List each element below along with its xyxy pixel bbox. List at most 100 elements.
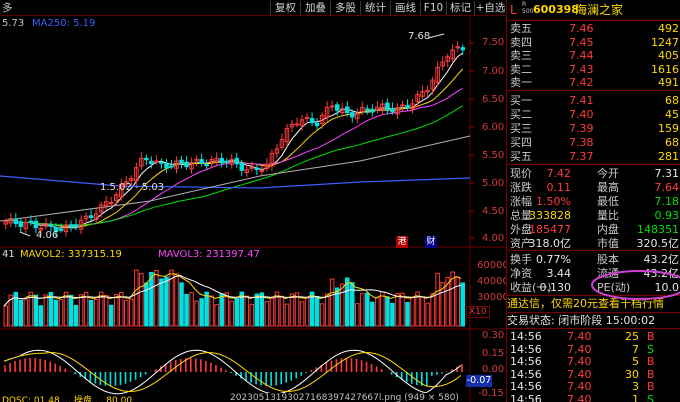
bid-price: 7.37 [569,150,594,163]
ask-volume: 1616 [651,62,679,76]
tick-price: 7.40 [567,367,592,381]
macd-tick: 0.15 [482,348,505,359]
tick-row: 14:56 7.40 25 B [507,331,680,343]
stat-label: 换手 [510,253,532,266]
tick-time: 14:56 [510,330,542,343]
stat-label: 现价 [510,167,532,180]
bid-price: 7.39 [569,122,594,135]
candle-body [13,218,19,225]
volume-bar [319,303,325,327]
ask-volume: 492 [658,22,679,35]
add-favorite-button[interactable]: +自选 [474,1,506,15]
volume-bar [299,301,305,327]
bid-row[interactable]: 买二 7.40 45 [507,108,680,121]
volume-bar [385,296,390,327]
bid-row[interactable]: 买五 7.37 281 [507,150,680,163]
candle-body [309,118,315,124]
ask-price: 7.43 [569,62,594,76]
multi-stock-button[interactable]: 多股 [330,1,360,15]
quote-stat-row: 涨跌 0.11 最高 7.64 [507,181,680,194]
volume-bar [88,299,94,327]
macd-tick: 0.30 [482,330,505,341]
ask-row[interactable]: 卖二 7.43 1616 [507,63,680,76]
f10-button[interactable]: F10 [420,1,446,15]
volume-bar [58,299,64,327]
ask-volume: 491 [658,76,679,89]
stat-label: 内盘 [597,223,619,236]
ask-price: 7.42 [569,76,594,89]
candle-body [159,161,164,164]
candle-body [350,112,355,118]
volume-bar [78,294,84,327]
stat-value: 7.18 [654,195,680,208]
kline-chart[interactable] [0,16,506,402]
overlay-button[interactable]: 加叠 [300,1,330,15]
bid-volume: 68 [665,94,679,107]
volume-bar [365,292,370,327]
volume-bar [249,303,255,327]
image-filename: 20230513193027168397427667l.png (949 × 5… [230,393,459,402]
bid-label: 买五 [510,150,532,163]
tick-volume: 5 [632,355,639,368]
tick-price: 7.40 [567,330,592,343]
tick-price: 7.40 [567,342,592,356]
ask-row[interactable]: 卖三 7.44 405 [507,49,680,62]
candle-body [28,220,34,223]
stat-value: 318.0亿 [528,237,572,250]
volume-bar [329,278,335,327]
tick-volume: 25 [625,330,639,343]
finance-tag[interactable]: 财 [425,236,437,248]
mark-button[interactable]: 标记 [446,1,474,15]
volume-bar [450,271,455,327]
candle-body [400,104,405,107]
volume-bar [284,303,290,327]
stat-value: 333828 [529,209,571,222]
stat-value: 3.44 [546,267,572,280]
bid-price: 7.41 [569,94,594,107]
low-price-marker: 4.06 [36,230,59,241]
bid-row[interactable]: 买四 7.38 68 [507,136,680,149]
volume-bar [108,304,114,327]
ask-label: 卖五 [510,22,532,35]
tick-row: 14:56 7.40 1 S [507,393,680,402]
tick-time: 14:56 [510,342,542,356]
stat-label: 最低 [597,195,619,208]
quote-header: L R 500 600398 海澜之家 [507,1,680,18]
vol-tick: 30000 [477,292,509,303]
ask-row[interactable]: 卖一 7.42 491 [507,76,680,89]
hk-tag[interactable]: 港 [396,236,408,248]
macd-tick: 0.00 [482,364,505,375]
candle-body [234,157,240,165]
divider [507,20,680,21]
restore-right-button[interactable]: 复权 [270,1,300,15]
tick-row: 14:56 7.40 7 S [507,342,680,356]
stat-label: 最高 [597,181,619,194]
bid-label: 买三 [510,122,532,135]
candle-body [68,224,74,227]
candle-body [154,160,159,163]
quote-stat-row: 现价 7.42 今开 7.31 [507,167,680,180]
stat-value: 7.64 [654,181,680,194]
tick-side: S [647,342,654,356]
stat-value: 7.42 [546,167,572,180]
volume-bar [405,301,410,327]
bid-volume: 159 [658,122,679,135]
volume-bar [324,293,330,327]
bid-row[interactable]: 买一 7.41 68 [507,94,680,107]
candle-body [314,122,320,127]
draw-line-button[interactable]: 画线 [390,1,420,15]
statistics-button[interactable]: 统计 [360,1,390,15]
volume-bar [244,295,250,327]
stat-value: 0.11 [546,181,572,194]
bid-volume: 281 [658,150,679,163]
bid-row[interactable]: 买三 7.39 159 [507,122,680,135]
tick-volume: 3 [632,380,639,393]
mavol3-label: MAVOL3: 231397.47 [158,249,260,260]
candle-body [304,116,310,119]
ma-label-a: 5.73 [2,18,25,29]
ask-row[interactable]: 卖四 7.45 1247 [507,36,680,49]
candle-body [385,102,390,110]
tick-time: 14:56 [510,355,542,368]
bid-label: 买二 [510,108,532,121]
ask-row[interactable]: 卖五 7.46 492 [507,22,680,35]
